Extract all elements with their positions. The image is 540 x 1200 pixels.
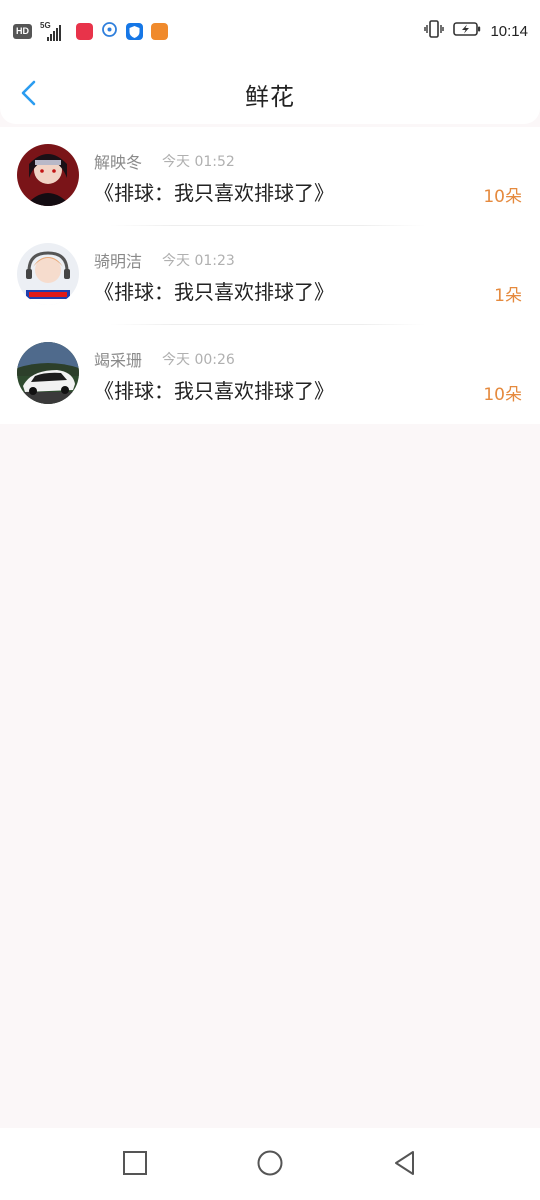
system-navigation-bar	[0, 1128, 540, 1200]
send-time: 今天 01:23	[162, 253, 235, 269]
back-triangle-icon[interactable]	[390, 1148, 420, 1178]
sender-name: 竭采珊	[94, 351, 143, 370]
flower-count: 10朵	[483, 385, 522, 405]
list-item[interactable]: 骑明洁 今天 01:23 《排球：我只喜欢排球了》 1朵	[0, 226, 540, 325]
5g-signal-icon: 5G	[40, 21, 68, 41]
flower-count: 10朵	[483, 187, 522, 207]
hd-badge-icon: HD	[13, 24, 32, 39]
status-bar: HD 5G 10:14	[0, 0, 540, 62]
page-title: 鲜花	[245, 83, 295, 111]
flower-record-list: 解映冬 今天 01:52 《排球：我只喜欢排球了》 10朵 骑明洁 今天 01:…	[0, 127, 540, 424]
clock: 10:14	[490, 22, 528, 40]
list-item[interactable]: 竭采珊 今天 00:26 《排球：我只喜欢排球了》 10朵	[0, 325, 540, 424]
flower-count: 1朵	[494, 286, 522, 306]
app-notification-red-icon	[76, 23, 93, 40]
app-notification-orange-icon	[151, 23, 168, 40]
status-left-icons: HD 5G	[13, 21, 168, 42]
list-item[interactable]: 解映冬 今天 01:52 《排球：我只喜欢排球了》 10朵	[0, 127, 540, 226]
battery-charging-icon	[453, 21, 481, 41]
avatar[interactable]	[17, 144, 79, 206]
vibrate-icon	[424, 20, 445, 42]
status-right-icons: 10:14	[424, 20, 528, 42]
avatar[interactable]	[17, 342, 79, 404]
home-circle-icon[interactable]	[255, 1148, 285, 1178]
app-notification-blue-ring-icon	[101, 21, 118, 42]
sender-name: 骑明洁	[94, 252, 143, 271]
sender-name: 解映冬	[94, 153, 143, 172]
recent-apps-square-icon[interactable]	[120, 1148, 150, 1178]
app-header: 鲜花	[0, 62, 540, 124]
avatar[interactable]	[17, 243, 79, 305]
book-title: 《排球：我只喜欢排球了》	[94, 379, 334, 403]
app-notification-shield-icon	[126, 23, 143, 40]
book-title: 《排球：我只喜欢排球了》	[94, 181, 334, 205]
send-time: 今天 01:52	[162, 154, 235, 170]
book-title: 《排球：我只喜欢排球了》	[94, 280, 334, 304]
send-time: 今天 00:26	[162, 352, 235, 368]
